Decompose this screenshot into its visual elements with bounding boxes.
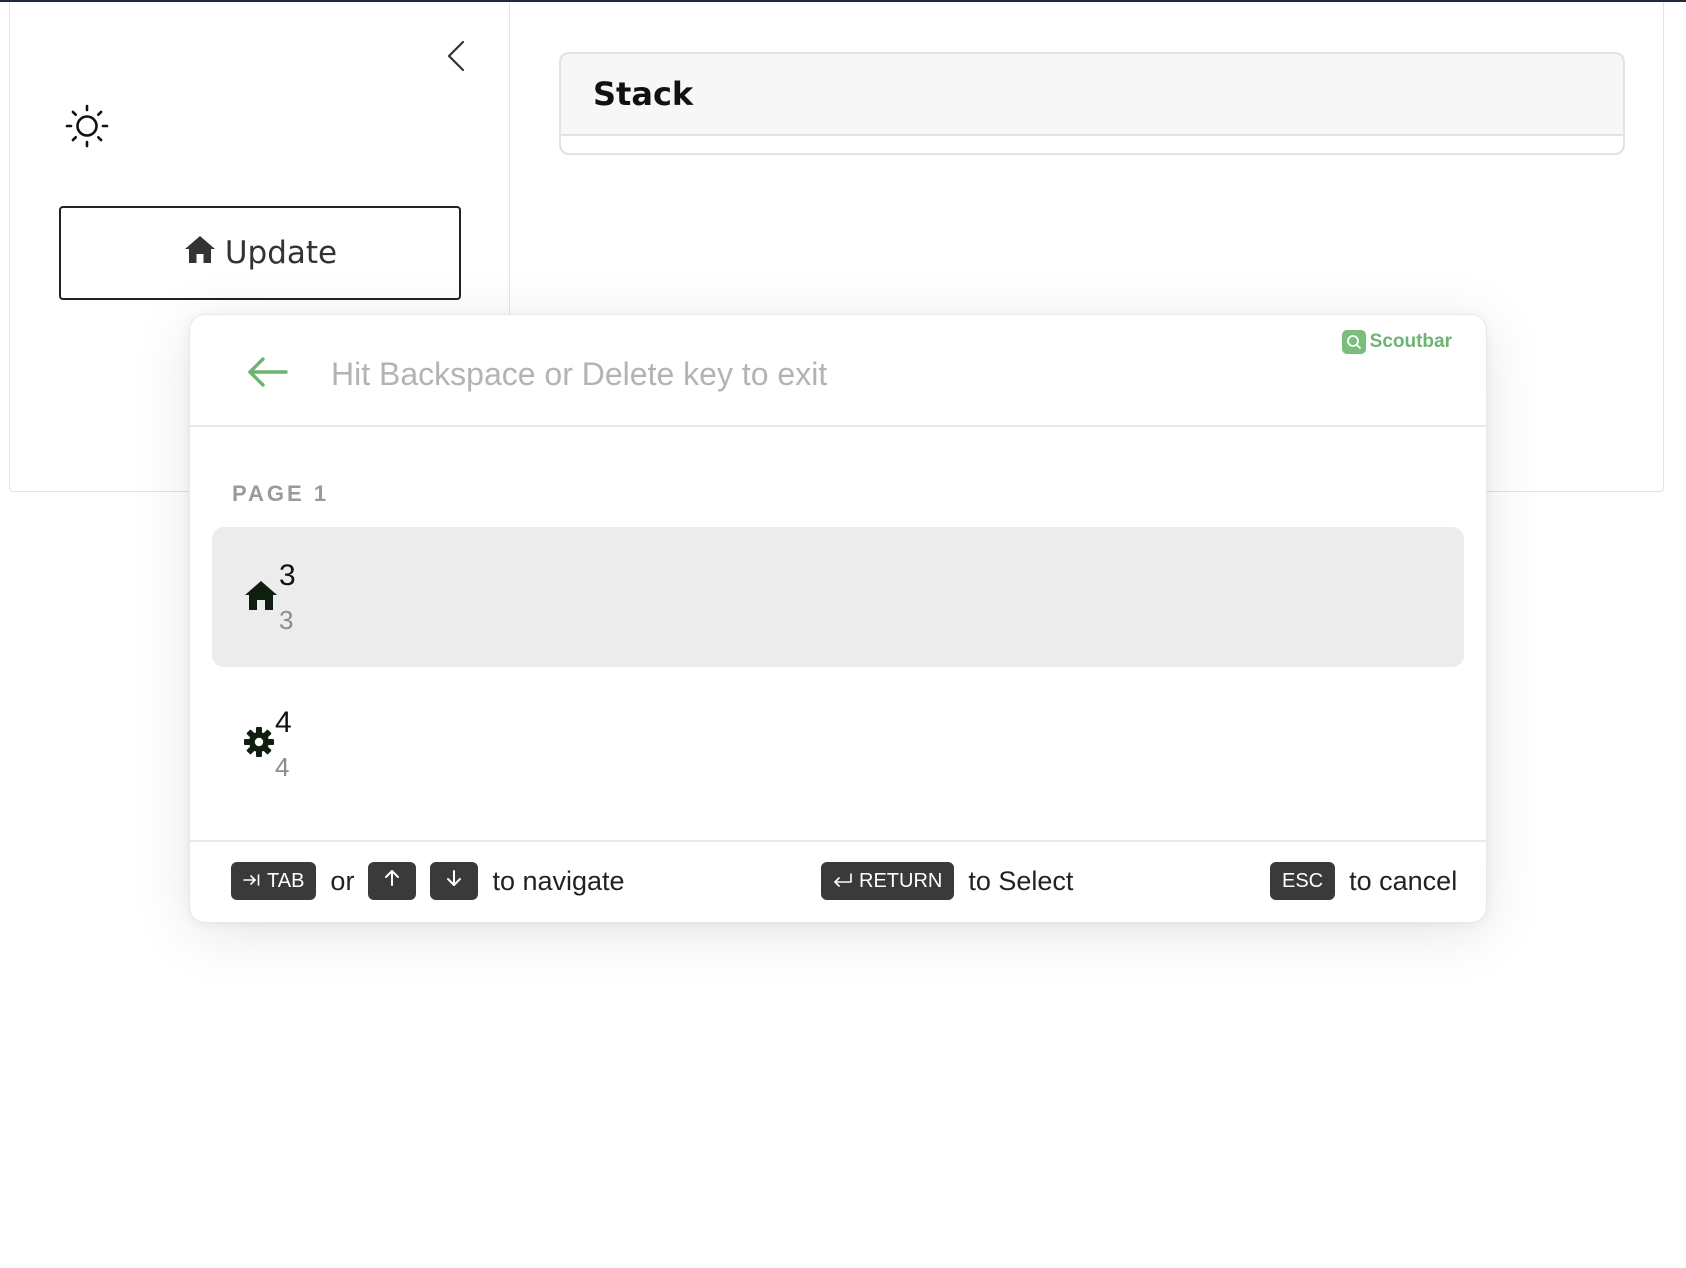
back-button[interactable] (242, 349, 294, 399)
scoutbar-modal: Scoutbar PAGE 1 3 3 (189, 314, 1487, 923)
select-text: to Select (968, 865, 1074, 896)
result-subtitle: 4 (275, 752, 290, 782)
sun-icon (64, 103, 110, 154)
section-title: PAGE 1 (232, 481, 330, 506)
select-hint: RETURN to Select (821, 862, 1073, 900)
up-key (368, 862, 417, 900)
navigate-text: to navigate (492, 865, 625, 896)
return-key-label: RETURN (859, 869, 943, 892)
search-input[interactable] (331, 345, 1231, 403)
cancel-text: to cancel (1349, 865, 1458, 896)
stack-card: Stack (559, 52, 1625, 155)
down-key (430, 862, 479, 900)
tab-icon (243, 870, 261, 893)
collapse-sidebar-button[interactable] (436, 38, 476, 78)
home-icon (183, 234, 217, 272)
navigate-hint: TAB or to navigate (231, 862, 625, 900)
gear-icon (243, 726, 275, 758)
search-row: Scoutbar (190, 315, 1486, 427)
result-subtitle: 3 (279, 605, 294, 635)
stack-title: Stack (561, 54, 1623, 136)
tab-key-label: TAB (267, 869, 305, 892)
scoutbar-brand-label: Scoutbar (1369, 331, 1452, 352)
scoutbar-logo-icon (1341, 330, 1366, 354)
home-icon (243, 579, 279, 611)
arrow-down-icon (446, 869, 462, 893)
update-button-label: Update (224, 235, 338, 271)
esc-key: ESC (1270, 862, 1336, 900)
result-title: 3 (279, 559, 296, 592)
tab-key: TAB (231, 862, 317, 900)
result-item[interactable]: 3 3 (212, 527, 1464, 667)
return-icon (833, 870, 853, 893)
or-text: or (330, 865, 355, 896)
chevron-left-icon (445, 39, 467, 78)
result-title: 4 (275, 706, 292, 739)
arrow-left-icon (246, 355, 290, 394)
update-button[interactable]: Update (59, 206, 461, 300)
scoutbar-brand[interactable]: Scoutbar (1341, 330, 1452, 354)
arrow-up-icon (384, 869, 400, 893)
theme-toggle-button[interactable] (62, 103, 112, 153)
cancel-hint: ESC to cancel (1270, 862, 1457, 900)
scoutbar-footer: TAB or to navigate RETURN to Select ESC … (190, 840, 1486, 924)
result-item[interactable]: 4 4 (212, 674, 1464, 814)
return-key: RETURN (821, 862, 955, 900)
